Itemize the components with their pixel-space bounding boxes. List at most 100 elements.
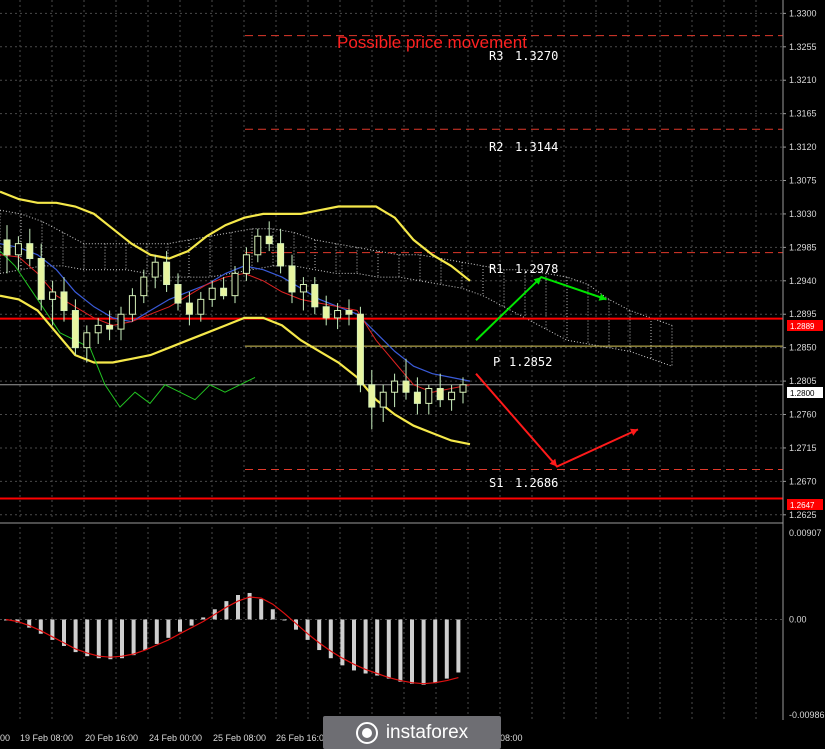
price-tick-label: 1.2850 [789,343,817,353]
candle-bear [71,310,79,349]
pivot-r2-value: 1.3144 [515,140,558,154]
candle-bull [128,295,136,315]
macd-bar [236,595,240,620]
candle-bull [254,235,262,256]
macd-bar [352,619,356,671]
time-tick-label: 25 Feb 08:00 [213,733,266,743]
macd-tick-label: 0.00 [789,614,807,624]
pivot-r3-name: R3 [489,49,503,63]
price-tag-1-2889: 1.2889 [787,320,823,331]
candle-bear [106,324,114,330]
price-tick-label: 1.3165 [789,109,817,119]
pivot-r1-name: R1 [489,262,503,276]
candle-bear [3,239,11,256]
candle-bear [288,265,296,293]
macd-bar [375,619,380,676]
macd-bar [166,619,171,638]
macd-bar [224,601,229,620]
price-tag-1-2647: 1.2647 [787,499,823,510]
price-tick-label: 1.3120 [789,142,817,152]
price-tick-label: 1.3300 [789,8,817,18]
pivot-r3: R3 1.3270 [489,49,558,63]
instaforex-logo-icon [355,721,378,744]
macd-bar [444,619,449,679]
macd-tick-label: -0.00986 [789,710,825,720]
candle-bear [356,313,364,386]
macd-bar [410,619,414,684]
candle-bear [345,310,353,315]
macd-bar [154,619,159,644]
time-tick-label: 19 Feb 08:00 [20,733,73,743]
candle-bull [425,388,433,404]
candle-bear [163,261,171,286]
candle-bear [402,380,410,393]
candle-bear [220,287,228,297]
macd-bar [282,619,287,621]
candle-bear [322,306,330,319]
candle-bear [436,388,444,401]
candle-bear [60,291,68,312]
macd-bar [456,619,461,673]
price-tick-label: 1.2670 [789,476,817,486]
candle-bull [94,324,102,334]
macd-bar [201,617,206,620]
candle-bull [231,272,239,297]
candle-bull [379,391,387,408]
candle-bear [413,391,421,404]
price-tag-1-2800: 1.2800 [787,387,823,398]
candle-bear [37,258,45,300]
macd-bar [270,609,275,620]
macd-bar [131,619,136,656]
macd-bar [189,619,194,626]
candle-bear [311,284,319,308]
pivot-s1-value: 1.2686 [515,476,558,490]
candle-bull [117,313,125,330]
candle-bull [459,384,467,393]
macd-bar [421,619,426,685]
macd-bar [317,619,322,651]
pivot-s1: S1 1.2686 [489,476,558,490]
time-tick-label: 20 Feb 16:00 [85,733,138,743]
pivot-p-name: P [493,355,500,369]
candle-bear [265,235,273,245]
price-tick-label: 1.3210 [789,75,817,85]
candle-bull [242,254,250,274]
candle-bull [83,332,91,349]
candle-bull [140,276,148,297]
time-tick-label: 26 Feb 16:00 [276,733,329,743]
instaforex-logo: instaforex [323,716,501,749]
macd-bar [433,619,438,683]
price-tick-label: 1.2760 [789,410,817,420]
price-tick-label: 1.2940 [789,276,817,286]
candle-bull [391,380,399,393]
price-tick-label: 1.2985 [789,242,817,252]
candle-bear [277,243,285,267]
price-tick-label: 1.3075 [789,176,817,186]
candle-bull [299,284,307,293]
macd-bar [386,619,391,679]
pivot-s1-name: S1 [489,476,503,490]
time-tick-label: 00 [0,733,10,743]
macd-bar [398,619,403,682]
logo-text: instaforex [385,721,469,743]
price-tick-label: 1.2805 [789,376,817,386]
price-tick-label: 1.2895 [789,309,817,319]
candle-bear [26,243,34,260]
price-tick-label: 1.2625 [789,510,817,520]
candle-bull [448,391,456,401]
candle-bull [334,310,342,319]
price-chart: 1.3300 1.3255 1.3210 1.3165 1.3120 1.3075 1.30… [0,0,825,749]
macd-bar [120,619,124,659]
candle [356,306,364,393]
macd-bar [305,619,310,640]
pivot-r3-value: 1.3270 [515,49,558,63]
macd-bar [108,619,113,660]
price-tag-label: 1.2889 [790,322,815,331]
candle-bear [368,384,376,408]
price-tag-label: 1.2647 [790,501,815,510]
price-tick-label: 1.3030 [789,209,817,219]
macd-bar [363,619,368,674]
macd-bar [143,619,148,651]
candle-bull [208,287,216,300]
time-tick-label: 08:00 [500,733,523,743]
